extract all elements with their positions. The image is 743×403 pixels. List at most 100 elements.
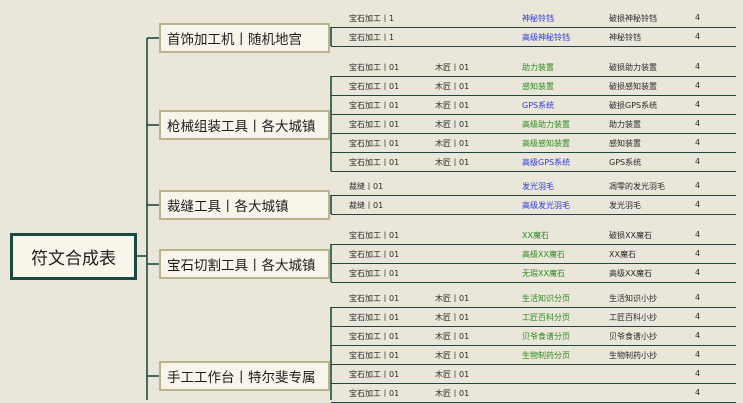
recipe-row[interactable]: 宝石加工丨01 木匠丨01 4 — [331, 365, 736, 384]
source-2: 木匠丨01 — [435, 294, 470, 303]
source-1: 宝石加工丨01 — [349, 82, 400, 91]
material-name: XX魔石 — [609, 250, 636, 259]
material-count: 4 — [695, 32, 701, 41]
recipe-row[interactable]: 宝石加工丨01 木匠丨01 高级助力装置 助力装置 4 — [331, 115, 736, 134]
source-1: 宝石加工丨01 — [349, 63, 400, 72]
product-name: XX魔石 — [522, 231, 549, 240]
category-node[interactable]: 手工工作台丨特尔斐专属 — [159, 361, 330, 391]
product-name: 神秘铃铛 — [522, 14, 554, 23]
material-count: 4 — [695, 100, 701, 109]
source-1: 宝石加工丨01 — [349, 139, 400, 148]
material-count: 4 — [695, 268, 701, 277]
material-count: 4 — [695, 249, 701, 258]
source-2: 木匠丨01 — [435, 139, 470, 148]
source-1: 裁缝丨01 — [349, 182, 384, 191]
product-name: 高级GPS系统 — [522, 158, 571, 167]
product-name: 高级助力装置 — [522, 120, 570, 129]
source-1: 宝石加工丨01 — [349, 250, 400, 259]
category-node[interactable]: 枪械组装工具丨各大城镇 — [159, 110, 330, 140]
recipe-row[interactable]: 宝石加工丨01 木匠丨01 GPS系统 破损GPS系统 4 — [331, 96, 736, 115]
material-count: 4 — [695, 157, 701, 166]
material-name: 高级XX魔石 — [609, 269, 652, 278]
material-name: 生物制药小抄 — [609, 351, 657, 360]
material-count: 4 — [695, 369, 701, 378]
recipe-row[interactable]: 宝石加工丨01 XX魔石 破损XX魔石 4 — [331, 226, 736, 245]
product-name: 无瑕XX魔石 — [522, 269, 565, 278]
material-count: 4 — [695, 388, 701, 397]
source-1: 宝石加工丨01 — [349, 120, 400, 129]
source-1: 宝石加工丨01 — [349, 332, 400, 341]
material-count: 4 — [695, 13, 701, 22]
source-2: 木匠丨01 — [435, 101, 470, 110]
material-name: 凋零的发光羽毛 — [609, 182, 665, 191]
recipe-row[interactable]: 宝石加工丨01 无瑕XX魔石 高级XX魔石 4 — [331, 264, 736, 283]
recipe-row[interactable]: 裁缝丨01 高级发光羽毛 发光羽毛 4 — [331, 196, 736, 215]
root-node[interactable]: 符文合成表 — [10, 233, 137, 280]
source-2: 木匠丨01 — [435, 389, 470, 398]
source-2: 木匠丨01 — [435, 63, 470, 72]
source-1: 宝石加工丨01 — [349, 313, 400, 322]
recipe-row[interactable]: 宝石加工丨01 木匠丨01 感知装置 破损感知装置 4 — [331, 77, 736, 96]
product-name: 高级感知装置 — [522, 139, 570, 148]
source-1: 宝石加工丨1 — [349, 14, 395, 23]
material-count: 4 — [695, 119, 701, 128]
recipe-row[interactable]: 宝石加工丨01 木匠丨01 贝爷食谱分页 贝爷食谱小抄 4 — [331, 327, 736, 346]
material-name: 破损GPS系统 — [609, 101, 658, 110]
category-node[interactable]: 宝石切割工具丨各大城镇 — [159, 249, 330, 279]
product-name: 贝爷食谱分页 — [522, 332, 570, 341]
material-name: 发光羽毛 — [609, 201, 641, 210]
source-2: 木匠丨01 — [435, 82, 470, 91]
source-1: 宝石加工丨01 — [349, 101, 400, 110]
source-2: 木匠丨01 — [435, 370, 470, 379]
product-name: 感知装置 — [522, 82, 554, 91]
material-count: 4 — [695, 200, 701, 209]
material-count: 4 — [695, 81, 701, 90]
material-count: 4 — [695, 181, 701, 190]
product-name: 发光羽毛 — [522, 182, 554, 191]
material-count: 4 — [695, 230, 701, 239]
recipe-row[interactable]: 宝石加工丨1 神秘铃铛 破损神秘铃铛 4 — [331, 9, 736, 28]
source-1: 宝石加工丨01 — [349, 294, 400, 303]
material-count: 4 — [695, 350, 701, 359]
category-node[interactable]: 首饰加工机丨随机地宫 — [159, 23, 330, 53]
material-name: 破损神秘铃铛 — [609, 14, 657, 23]
recipe-row[interactable]: 宝石加工丨01 高级XX魔石 XX魔石 4 — [331, 245, 736, 264]
source-1: 宝石加工丨01 — [349, 158, 400, 167]
product-name: 高级神秘铃铛 — [522, 33, 570, 42]
material-name: 助力装置 — [609, 120, 641, 129]
recipe-row[interactable]: 宝石加工丨1 高级神秘铃铛 神秘铃铛 4 — [331, 28, 736, 47]
recipe-row[interactable]: 宝石加工丨01 木匠丨01 助力装置 破损助力装置 4 — [331, 58, 736, 77]
source-1: 宝石加工丨1 — [349, 33, 395, 42]
material-count: 4 — [695, 293, 701, 302]
product-name: GPS系统 — [522, 101, 555, 110]
category-node[interactable]: 裁缝工具丨各大城镇 — [159, 190, 330, 220]
product-name: 工匠百科分页 — [522, 313, 570, 322]
recipe-row[interactable]: 宝石加工丨01 木匠丨01 生物制药分页 生物制药小抄 4 — [331, 346, 736, 365]
source-1: 宝石加工丨01 — [349, 231, 400, 240]
material-count: 4 — [695, 138, 701, 147]
product-name: 生物制药分页 — [522, 351, 570, 360]
source-1: 宝石加工丨01 — [349, 389, 400, 398]
recipe-row[interactable]: 宝石加工丨01 木匠丨01 工匠百科分页 工匠百科小抄 4 — [331, 308, 736, 327]
material-count: 4 — [695, 331, 701, 340]
mindmap-canvas: 符文合成表 首饰加工机丨随机地宫 宝石加工丨1 神秘铃铛 破损神秘铃铛 4 宝石加工丨1 高… — [0, 0, 743, 403]
material-name: 神秘铃铛 — [609, 33, 641, 42]
material-name: GPS系统 — [609, 158, 642, 167]
material-name: 贝爷食谱小抄 — [609, 332, 657, 341]
product-name: 高级发光羽毛 — [522, 201, 570, 210]
recipe-row[interactable]: 裁缝丨01 发光羽毛 凋零的发光羽毛 4 — [331, 177, 736, 196]
recipe-row[interactable]: 宝石加工丨01 木匠丨01 高级感知装置 感知装置 4 — [331, 134, 736, 153]
product-name: 生活知识分页 — [522, 294, 570, 303]
source-1: 宝石加工丨01 — [349, 370, 400, 379]
product-name: 助力装置 — [522, 63, 554, 72]
material-name: 生活知识小抄 — [609, 294, 657, 303]
material-name: 工匠百科小抄 — [609, 313, 657, 322]
material-name: 感知装置 — [609, 139, 641, 148]
recipe-row[interactable]: 宝石加工丨01 木匠丨01 4 — [331, 384, 736, 403]
source-2: 木匠丨01 — [435, 332, 470, 341]
recipe-row[interactable]: 宝石加工丨01 木匠丨01 生活知识分页 生活知识小抄 4 — [331, 289, 736, 308]
material-name: 破损感知装置 — [609, 82, 657, 91]
source-2: 木匠丨01 — [435, 351, 470, 360]
source-2: 木匠丨01 — [435, 120, 470, 129]
recipe-row[interactable]: 宝石加工丨01 木匠丨01 高级GPS系统 GPS系统 4 — [331, 153, 736, 172]
